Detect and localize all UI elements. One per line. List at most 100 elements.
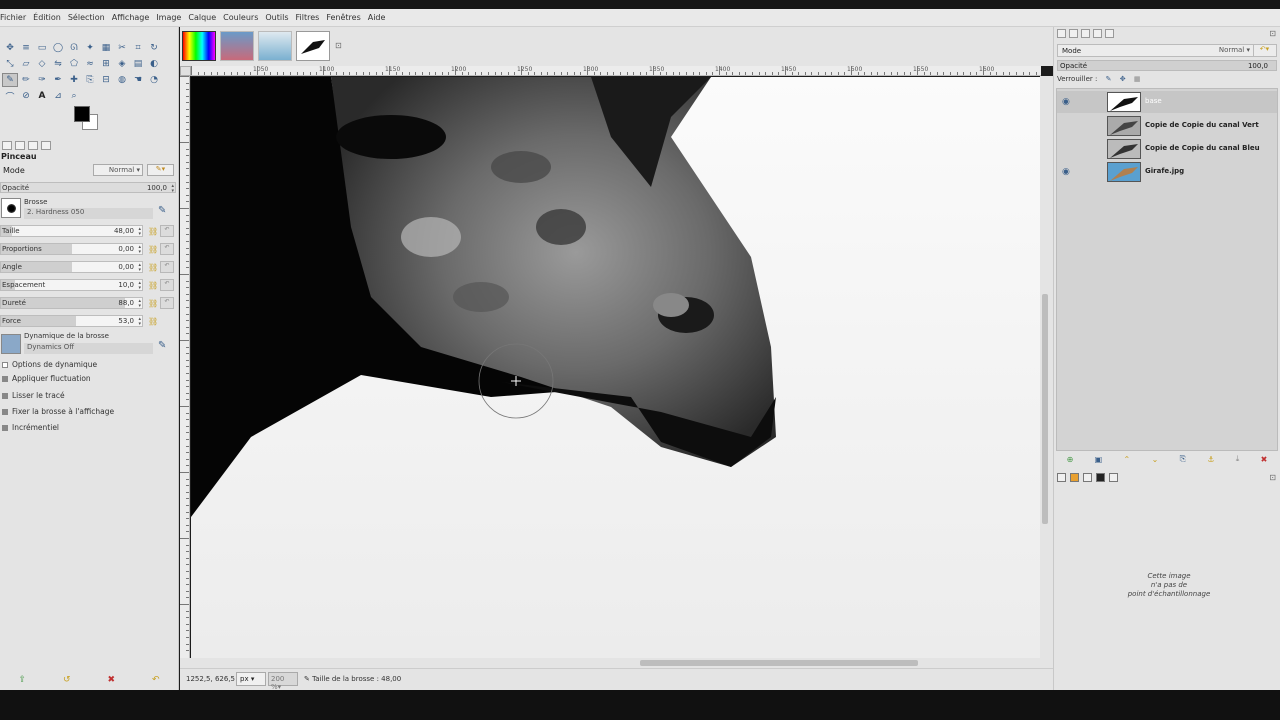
spin-arrows-icon[interactable]: ▴ ▾: [138, 281, 141, 291]
zoom-tool-icon[interactable]: ⌕: [66, 89, 82, 103]
new-layer-icon[interactable]: ⊕: [1067, 455, 1074, 464]
ruler-corner[interactable]: [180, 66, 191, 76]
paths-tab-icon[interactable]: [1081, 29, 1090, 38]
lower-layer-icon[interactable]: ⌄: [1152, 455, 1159, 464]
smudge-icon[interactable]: ☚: [130, 73, 146, 87]
perspective-icon[interactable]: ◇: [34, 57, 50, 71]
colors-tab-icon[interactable]: [1070, 473, 1079, 482]
shear-icon[interactable]: ▱: [18, 57, 34, 71]
dynamics-name[interactable]: Dynamics Off: [24, 343, 153, 354]
link-chain-icon[interactable]: ⛓: [148, 245, 158, 254]
layer-name[interactable]: Girafe.jpg: [1145, 167, 1184, 175]
menu-fenetres[interactable]: Fenêtres: [326, 13, 360, 22]
device-status-tab-icon[interactable]: [15, 140, 25, 150]
spin-arrows-icon[interactable]: ▴ ▾: [138, 317, 141, 327]
histogram-tab-icon[interactable]: [1083, 473, 1092, 482]
brushes-tab-icon[interactable]: [1105, 29, 1114, 38]
clone-icon[interactable]: ⎘: [82, 73, 98, 87]
anchor-layer-icon[interactable]: ⚓: [1207, 455, 1214, 464]
channels-tab-icon[interactable]: [1069, 29, 1078, 38]
spin-arrows-icon[interactable]: ▴ ▾: [138, 299, 141, 309]
foreground-color-swatch[interactable]: [74, 106, 90, 122]
text-tool-icon[interactable]: A: [34, 89, 50, 103]
lock-position-icon[interactable]: ✥: [1120, 75, 1126, 83]
paintbrush-tool-icon[interactable]: ✎: [2, 73, 18, 87]
bucket-fill-icon[interactable]: ◈: [114, 57, 130, 71]
airbrush-icon[interactable]: ✑: [34, 73, 50, 87]
color-picker-icon[interactable]: ⊘: [18, 89, 34, 103]
visibility-eye-icon[interactable]: ◉: [1062, 97, 1070, 107]
undo-history-tab-icon[interactable]: [28, 140, 38, 150]
layer-opacity-slider[interactable]: Opacité 100,0: [1057, 60, 1277, 71]
brush-preview[interactable]: [1, 198, 21, 218]
link-chain-icon[interactable]: ⛓: [148, 263, 158, 272]
visibility-eye-icon[interactable]: ◉: [1062, 167, 1070, 177]
mode-reset-button[interactable]: ✎▾: [147, 164, 174, 176]
pencil-tool-icon[interactable]: ✏: [18, 73, 34, 87]
menu-affichage[interactable]: Affichage: [112, 13, 150, 22]
check-smooth-stroke[interactable]: Lisser le tracé: [2, 391, 65, 400]
unit-select[interactable]: px ▾: [236, 672, 266, 686]
save-options-icon[interactable]: ⇪: [18, 675, 26, 685]
mode-select[interactable]: Normal ▾: [93, 164, 143, 176]
dock-menu-icon[interactable]: ⊡: [1269, 29, 1276, 38]
edit-dynamics-icon[interactable]: ✎: [158, 340, 166, 351]
reset-slider-button[interactable]: ↶: [160, 279, 174, 291]
perspective-clone-icon[interactable]: ⊟: [98, 73, 114, 87]
eraser-small-icon[interactable]: ◐: [146, 57, 162, 71]
image-tab-current[interactable]: [296, 31, 330, 61]
rotate-icon[interactable]: ↻: [146, 41, 162, 55]
layer-name[interactable]: Copie de Copie du canal Bleu: [1145, 144, 1260, 152]
menu-image[interactable]: Image: [156, 13, 181, 22]
spin-arrows-icon[interactable]: ▴ ▾: [138, 227, 141, 237]
layer-mode-reset-button[interactable]: ↶▾: [1253, 45, 1275, 56]
raise-layer-icon[interactable]: ⌃: [1124, 455, 1131, 464]
text-tool-small-icon[interactable]: ⊞: [98, 57, 114, 71]
restore-options-icon[interactable]: ↺: [63, 675, 71, 685]
check-apply-jitter[interactable]: Appliquer fluctuation: [2, 374, 91, 383]
scissors-icon[interactable]: ✂: [114, 41, 130, 55]
layer-name[interactable]: base: [1145, 97, 1162, 105]
fuzzy-select-icon[interactable]: ✦: [82, 41, 98, 55]
horizontal-scrollbar[interactable]: [180, 658, 1053, 668]
menu-fichier[interactable]: Fichier: [0, 13, 26, 22]
menu-calque[interactable]: Calque: [188, 13, 216, 22]
layer-row-base[interactable]: ◉ base: [1057, 91, 1277, 113]
measure-icon[interactable]: ⊿: [50, 89, 66, 103]
move-tool-icon[interactable]: ✥: [2, 41, 18, 55]
images-tab-icon[interactable]: [41, 140, 51, 150]
image-canvas[interactable]: [191, 77, 1040, 658]
vertical-ruler[interactable]: [180, 76, 190, 658]
check-lock-brush[interactable]: Fixer la brosse à l'affichage: [2, 407, 114, 416]
vertical-scrollbar[interactable]: [1040, 76, 1053, 658]
slider-espacement[interactable]: Espacement 10,0 ▴ ▾: [0, 279, 143, 291]
flip-icon[interactable]: ⇋: [50, 57, 66, 71]
horizontal-ruler[interactable]: 1050 1100 1150 1200 1250 1300 1350 1400 1450 1500…: [191, 66, 1041, 76]
link-chain-icon[interactable]: ⛓: [148, 317, 158, 326]
ellipse-select-icon[interactable]: ◯: [50, 41, 66, 55]
sample-points-tab-icon[interactable]: [1109, 473, 1118, 482]
dynamics-preview[interactable]: [1, 334, 21, 354]
warp-icon[interactable]: ≈: [82, 57, 98, 71]
dodge-icon[interactable]: ◔: [146, 73, 162, 87]
lock-pixels-icon[interactable]: ✎: [1106, 75, 1112, 83]
check-incremental[interactable]: Incrémentiel: [2, 423, 59, 432]
slider-force[interactable]: Force 53,0 ▴ ▾: [0, 315, 143, 327]
new-layer-group-icon[interactable]: ▣: [1095, 455, 1103, 464]
dock-lower-menu-icon[interactable]: ⊡: [1269, 473, 1276, 482]
reset-slider-button[interactable]: ↶: [160, 297, 174, 309]
menu-outils[interactable]: Outils: [265, 13, 288, 22]
spin-arrows-icon[interactable]: ▴ ▾: [138, 245, 141, 255]
reset-slider-button[interactable]: ↶: [160, 225, 174, 237]
brush-name[interactable]: 2. Hardness 050: [24, 208, 153, 219]
delete-options-icon[interactable]: ✖: [107, 675, 115, 685]
image-tab-2[interactable]: [220, 31, 254, 61]
lock-alpha-icon[interactable]: ▦: [1134, 75, 1141, 83]
color-select-icon[interactable]: ▦: [98, 41, 114, 55]
opacity-slider[interactable]: Opacité 100,0 ▴ ▾: [0, 182, 176, 194]
layer-row-blue-copy[interactable]: Copie de Copie du canal Bleu: [1057, 138, 1277, 160]
menu-selection[interactable]: Sélection: [68, 13, 105, 22]
pointer-tab-icon[interactable]: [1057, 473, 1066, 482]
blend-icon[interactable]: ▤: [130, 57, 146, 71]
menu-edition[interactable]: Édition: [33, 13, 61, 22]
